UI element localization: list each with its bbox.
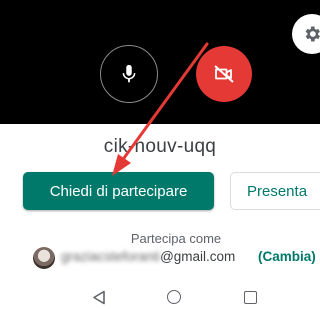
meeting-code: cik-nouv-uqq xyxy=(103,136,217,157)
account-email: graziacsteforanti@gmail.com xyxy=(61,249,235,264)
avatar xyxy=(33,247,55,269)
email-domain: @gmail.com xyxy=(160,249,236,264)
home-circle-icon[interactable] xyxy=(167,290,181,304)
join-as-label: Partecipa come xyxy=(130,231,222,246)
email-redacted-part: graziacsteforanti xyxy=(61,249,161,264)
back-triangle-icon[interactable] xyxy=(92,290,106,305)
camera-off-icon xyxy=(214,65,234,83)
change-account-link[interactable]: (Cambia) xyxy=(258,249,316,264)
camera-preview xyxy=(0,0,320,124)
android-nav-bar xyxy=(0,280,320,309)
mic-icon xyxy=(122,64,136,83)
gear-icon xyxy=(305,26,320,42)
settings-button[interactable] xyxy=(292,14,320,54)
meet-join-screen: cik-nouv-uqq Chiedi di partecipare Prese… xyxy=(0,0,320,309)
recents-square-icon[interactable] xyxy=(244,291,257,304)
present-button[interactable]: Presenta xyxy=(230,172,320,210)
camera-toggle-button[interactable] xyxy=(196,46,252,102)
microphone-button[interactable] xyxy=(100,45,158,103)
ask-to-join-button[interactable]: Chiedi di partecipare xyxy=(23,172,214,210)
